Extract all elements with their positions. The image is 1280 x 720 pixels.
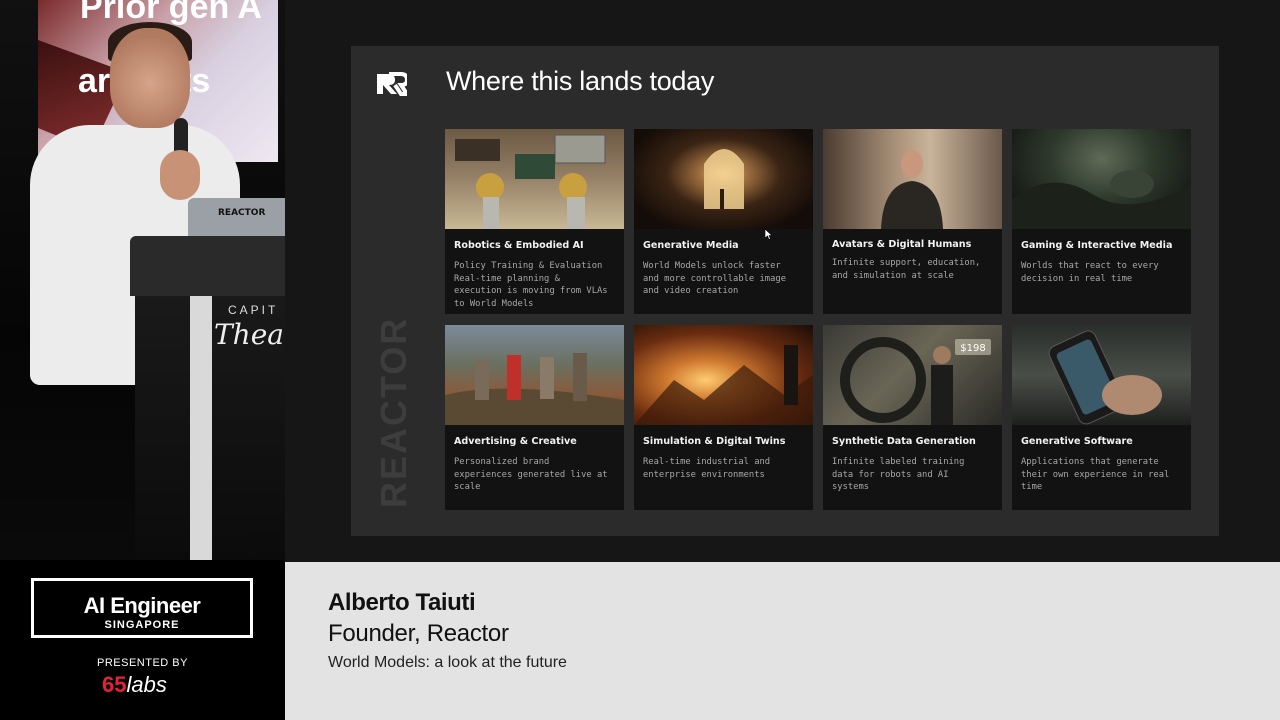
card-generative-software: Generative Software Applications that ge…: [1012, 325, 1191, 510]
card-description: Real-time industrial and enterprise envi…: [643, 457, 771, 480]
card-title: Simulation & Digital Twins: [643, 436, 786, 447]
digital-human-image: [823, 129, 1002, 229]
podium-brand-script: Theat: [214, 318, 285, 351]
laptop-brand: REACTOR: [218, 208, 266, 218]
card-description: Policy Training & Evaluation Real-time p…: [454, 261, 608, 310]
card-advertising: Advertising & Creative Personalized bran…: [445, 325, 624, 510]
card-synthetic-data: $198 Synthetic Data Generation Infinite …: [823, 325, 1002, 510]
talk-title: World Models: a look at the future: [328, 654, 567, 671]
backdrop-text-1: Prior gen A: [80, 0, 262, 26]
speaker-head: [110, 28, 190, 128]
reactor-logo-icon: [377, 72, 407, 96]
card-description: World Models unlock faster and more cont…: [643, 261, 786, 297]
podium-pole: [190, 296, 212, 560]
slide-title: Where this lands today: [446, 66, 715, 96]
price-tag: $198: [960, 343, 985, 354]
card-simulation: Simulation & Digital Twins Real-time ind…: [634, 325, 813, 510]
card-description: Personalized brand experiences generated…: [454, 457, 608, 493]
stage-video: Prior gen A artifacts REACTOR CAPIT Thea…: [0, 0, 285, 560]
card-robotics: Robotics & Embodied AI Policy Training &…: [445, 129, 624, 314]
use-case-grid: Robotics & Embodied AI Policy Training &…: [445, 129, 1191, 511]
card-title: Avatars & Digital Humans: [832, 239, 972, 250]
card-title: Gaming & Interactive Media: [1021, 240, 1173, 251]
card-description: Applications that generate their own exp…: [1021, 457, 1170, 493]
card-title: Generative Media: [643, 240, 739, 251]
card-description: Worlds that react to every decision in r…: [1021, 261, 1159, 284]
sponsor-logo: 65labs: [102, 672, 167, 698]
fashion-group-image: [445, 325, 624, 425]
mouse-cursor-icon: [765, 229, 773, 240]
workers-machinery-image: $198: [823, 325, 1002, 425]
glowing-doorway-image: [634, 129, 813, 229]
presented-by-label: PRESENTED BY: [97, 657, 188, 669]
podium-top: [130, 236, 285, 296]
phone-in-hand-image: [1012, 325, 1191, 425]
card-title: Advertising & Creative: [454, 436, 577, 447]
card-title: Synthetic Data Generation: [832, 436, 976, 447]
card-description: Infinite labeled training data for robot…: [832, 457, 965, 493]
game-world-image: [1012, 129, 1191, 229]
slide-watermark: REACTOR: [373, 316, 414, 508]
speaker-role: Founder, Reactor: [328, 620, 509, 647]
laptop: [188, 198, 285, 238]
card-avatars: Avatars & Digital Humans Infinite suppor…: [823, 129, 1002, 314]
presentation-slide: Where this lands today REACTOR Robotics …: [351, 46, 1219, 536]
fire-simulation-image: [634, 325, 813, 425]
sponsor-logo-number: 65: [102, 672, 127, 697]
card-generative-media: Generative Media World Models unlock fas…: [634, 129, 813, 314]
card-title: Robotics & Embodied AI: [454, 240, 584, 251]
card-gaming: Gaming & Interactive Media Worlds that r…: [1012, 129, 1191, 314]
sponsor-logo-word: labs: [126, 672, 167, 697]
card-description: Infinite support, education, and simulat…: [832, 258, 981, 281]
card-title: Generative Software: [1021, 436, 1133, 447]
speaker-name: Alberto Taiuti: [328, 589, 476, 616]
event-logo: AI Engineer SINGAPORE: [31, 578, 253, 638]
podium-brand-top: CAPIT: [228, 303, 279, 317]
robotic-hands-image: [445, 129, 624, 229]
event-location: SINGAPORE: [104, 619, 180, 631]
event-title: AI Engineer: [83, 593, 201, 618]
speaker-hand: [160, 150, 200, 200]
